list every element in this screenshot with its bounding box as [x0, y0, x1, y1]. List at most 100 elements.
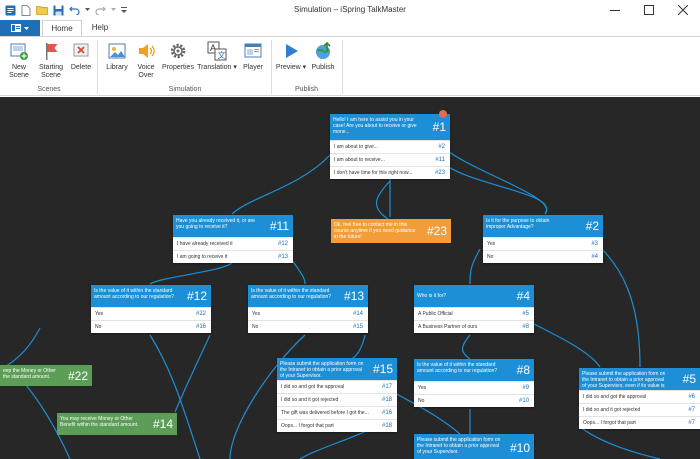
group-separator: [342, 40, 343, 94]
scene-node-number: #12: [186, 289, 207, 303]
connector: [149, 334, 201, 459]
delete-icon: [70, 40, 92, 62]
properties-label: Properties: [162, 64, 194, 71]
scene-node-number: #8: [516, 363, 530, 377]
scene-node-13[interactable]: Is the value of it within the standard a…: [248, 285, 368, 333]
scene-node-10[interactable]: Please submit the application form on th…: [414, 434, 534, 459]
connector: [4, 327, 41, 368]
translation-button[interactable]: A文 Translation ▾: [197, 40, 237, 72]
answer-row[interactable]: I have already received it #12: [173, 237, 293, 250]
scene-node-number: #22: [67, 368, 88, 383]
undo-dropdown-icon[interactable]: [84, 4, 90, 16]
scene-node-23[interactable]: Ok, feel free to contact me in this cour…: [331, 219, 451, 243]
redo-dropdown-icon[interactable]: [110, 4, 116, 16]
title-bar: Simulation – iSpring TalkMaster: [0, 0, 700, 20]
flag-icon: [40, 40, 62, 62]
answer-row[interactable]: I did so and got the approval #17: [277, 380, 397, 393]
connector: [461, 334, 471, 360]
undo-icon[interactable]: [68, 4, 80, 16]
scene-node-2[interactable]: Is it for the purpose to obtain improper…: [483, 215, 603, 263]
scene-node-number: #10: [509, 441, 530, 455]
scene-node-5[interactable]: Please submit the application form on th…: [579, 368, 700, 429]
file-menu-icon: [11, 24, 21, 32]
library-image-icon: [106, 40, 128, 62]
scene-node-text: Is it for the purpose to obtain improper…: [486, 218, 550, 230]
window-controls: [598, 0, 700, 20]
redo-icon[interactable]: [94, 4, 106, 16]
answer-row[interactable]: Yes #9: [414, 381, 534, 394]
voice-over-label: Voice Over: [137, 64, 155, 79]
starting-scene-flag-icon: [439, 110, 447, 118]
scene-node-11[interactable]: Have you already received it, or are you…: [173, 215, 293, 263]
scene-node-header: Is the value of it within the standard a…: [91, 285, 211, 307]
tab-home[interactable]: Home: [42, 20, 82, 36]
answer-row[interactable]: A Public Official #5: [414, 307, 534, 320]
publish-button[interactable]: Publish: [308, 40, 338, 72]
answer-row[interactable]: I did so and got the approval #6: [579, 390, 700, 403]
new-file-icon[interactable]: [20, 4, 32, 16]
scene-node-header: Please submit the application form on th…: [414, 434, 534, 459]
answer-row[interactable]: The gift was delivered before I got the.…: [277, 406, 397, 419]
scene-node-15[interactable]: Please submit the application form on th…: [277, 358, 397, 432]
answer-row[interactable]: Oops... I forgot that part #18: [277, 419, 397, 432]
scene-node-14[interactable]: You may receive Money or Other Benefit w…: [57, 413, 177, 435]
scene-node-header: Is it for the purpose to obtain improper…: [483, 215, 603, 237]
answer-row[interactable]: I am about to receive... #11: [330, 153, 450, 166]
answer-row[interactable]: Yes #14: [248, 307, 368, 320]
publish-label: Publish: [311, 64, 335, 71]
scene-node-header: Is the value of it within the standard a…: [414, 359, 534, 381]
scene-node-1[interactable]: Hello! I am here to assist you in your c…: [330, 110, 450, 179]
answer-row[interactable]: I don't have time for this right now... #…: [330, 166, 450, 179]
answer-row[interactable]: I did so and it got rejected #7: [579, 403, 700, 416]
answer-row[interactable]: No #16: [91, 320, 211, 333]
tab-help[interactable]: Help: [86, 20, 114, 36]
player-label: Player: [243, 64, 263, 71]
group-scenes-label: Scenes: [37, 86, 61, 93]
delete-label: Delete: [70, 64, 92, 71]
scene-node-text: Hello! I am here to assist you in your c…: [333, 117, 417, 135]
scene-node-8[interactable]: Is the value of it within the standard a…: [414, 359, 534, 407]
publish-globe-icon: [312, 40, 334, 62]
scene-node-header: Who is it for? #4: [414, 285, 534, 307]
voice-over-button[interactable]: Voice Over: [133, 40, 159, 80]
maximize-button[interactable]: [632, 0, 666, 20]
close-button[interactable]: [666, 0, 700, 20]
scene-node-header: Please submit the application form on th…: [277, 358, 397, 380]
starting-scene-button[interactable]: Starting Scene: [36, 40, 66, 80]
ribbon-tabs: Home Help: [0, 20, 700, 36]
minimize-button[interactable]: [598, 0, 632, 20]
scene-node-12[interactable]: Is the value of it within the standard a…: [91, 285, 211, 333]
delete-button[interactable]: Delete: [68, 40, 94, 72]
answer-row[interactable]: I am about to give... #2: [330, 140, 450, 153]
scene-node-number: #13: [343, 289, 364, 303]
preview-label: Preview ▾: [275, 64, 307, 71]
scene-canvas[interactable]: Hello! I am here to assist you in your c…: [0, 97, 700, 459]
open-folder-icon[interactable]: [36, 4, 48, 16]
answer-row[interactable]: Oops... I forgot that part #7: [579, 416, 700, 429]
scene-node-4[interactable]: Who is it for? #4 A Public Official #5 A …: [414, 285, 534, 333]
answer-row[interactable]: I did so and it got rejected #18: [277, 393, 397, 406]
answer-row[interactable]: A Business Partner of ours #8: [414, 320, 534, 333]
scene-node-22[interactable]: eep the Money or Other the standard amou…: [0, 365, 92, 386]
scene-node-header: Hello! I am here to assist you in your c…: [330, 110, 450, 140]
answer-row[interactable]: No #15: [248, 320, 368, 333]
player-button[interactable]: Player: [238, 40, 268, 72]
connector: [579, 426, 661, 459]
library-button[interactable]: Library: [102, 40, 132, 72]
svg-text:文: 文: [218, 50, 226, 60]
answer-row[interactable]: Yes #22: [91, 307, 211, 320]
preview-button[interactable]: Preview ▾: [275, 40, 307, 72]
save-icon[interactable]: [52, 4, 64, 16]
properties-button[interactable]: Properties: [160, 40, 196, 72]
scene-node-text: Is the value of it within the standard a…: [417, 362, 498, 374]
answer-row[interactable]: Yes #3: [483, 237, 603, 250]
customize-toolbar-icon[interactable]: [120, 4, 128, 16]
answer-row[interactable]: No #4: [483, 250, 603, 263]
scene-node-header: Is the value of it within the standard a…: [248, 285, 368, 307]
file-menu-button[interactable]: [0, 20, 40, 36]
new-scene-button[interactable]: New Scene: [4, 40, 34, 80]
answer-row[interactable]: No #10: [414, 394, 534, 407]
scene-node-number: #5: [682, 372, 696, 386]
answer-row[interactable]: I am going to receive it #13: [173, 250, 293, 263]
scene-node-header: Please submit the application form on th…: [579, 368, 700, 395]
